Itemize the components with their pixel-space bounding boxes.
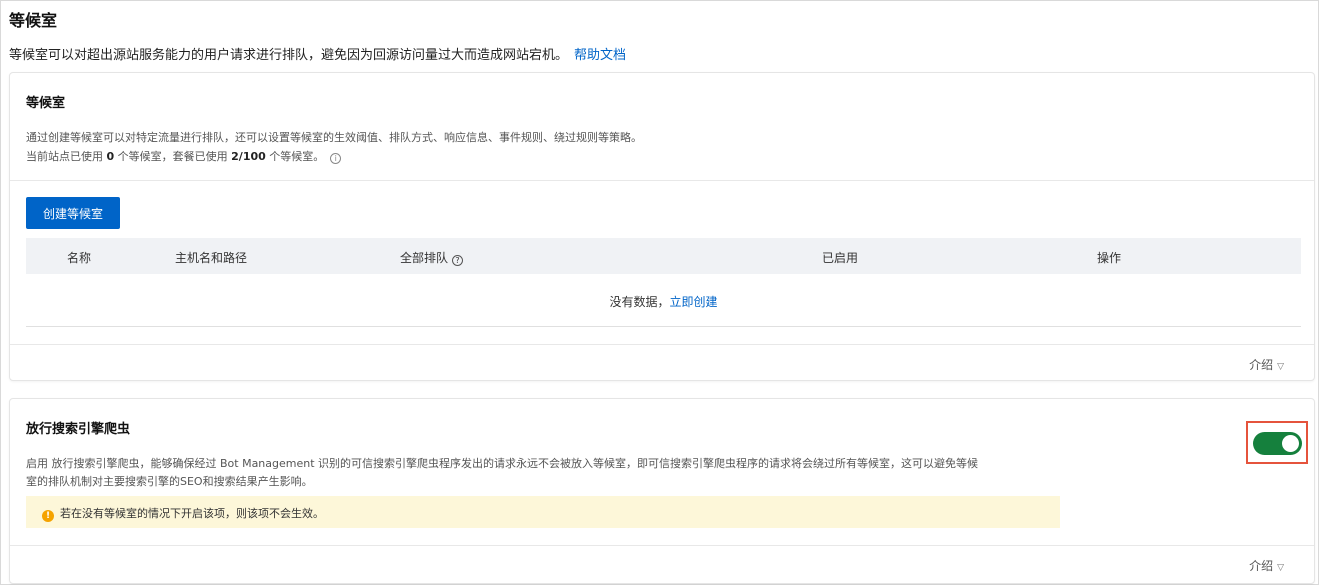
waiting-room-title: 等候室 [26,96,66,111]
table-header: 名称 主机名和路径 全部排队? 已启用 操作 [26,238,1301,274]
page-description-text: 等候室可以对超出源站服务能力的用户请求进行排队，避免因为回源访问量过大而造成网站… [9,48,569,63]
site-used-count: 0 [106,150,115,163]
create-waiting-room-button[interactable]: 创建等候室 [26,197,120,229]
chevron-down-icon: ▽ [1277,563,1284,573]
info-icon[interactable]: i [330,153,342,164]
crawler-title: 放行搜索引擎爬虫 [26,422,131,437]
column-name: 名称 [67,251,92,265]
toggle-highlight [1246,421,1308,464]
toggle-knob [1282,435,1299,452]
waiting-room-card: 等候室 通过创建等候室可以对特定流量进行排队，还可以设置等候室的生效阈值、排队方… [9,72,1315,381]
warning-banner: ! 若在没有等候室的情况下开启该项，则该项不会生效。 [26,496,1060,528]
divider [10,545,1314,546]
plan-used-count: 2/100 [231,150,266,163]
page-title: 等候室 [9,11,58,30]
column-queue-all: 全部排队? [400,249,464,266]
intro-label: 介绍 [1249,358,1274,372]
divider [10,180,1314,181]
warning-icon: ! [42,510,54,522]
page-frame: 等候室 等候室可以对超出源站服务能力的用户请求进行排队，避免因为回源访问量过大而… [0,0,1319,585]
crawler-card: 放行搜索引擎爬虫 启用 放行搜索引擎爬虫，能够确保经过 Bot Manageme… [9,398,1315,584]
usage-mid: 个等候室，套餐已使用 [117,150,228,163]
warning-text: 若在没有等候室的情况下开启该项，则该项不会生效。 [60,507,324,520]
column-hostname-path: 主机名和路径 [175,251,248,265]
intro-toggle[interactable]: 介绍 ▽ [1249,557,1284,574]
waiting-room-usage: 当前站点已使用 0 个等候室，套餐已使用 2/100 个等候室。 i [26,148,342,164]
question-icon[interactable]: ? [452,255,464,266]
column-enabled: 已启用 [822,251,859,265]
intro-toggle[interactable]: 介绍 ▽ [1249,356,1284,373]
help-doc-link[interactable]: 帮助文档 [574,48,626,63]
create-now-link[interactable]: 立即创建 [670,295,718,309]
crawler-desc-line1: 启用 放行搜索引擎爬虫，能够确保经过 Bot Management 识别的可信搜… [26,457,979,470]
page-description: 等候室可以对超出源站服务能力的用户请求进行排队，避免因为回源访问量过大而造成网站… [9,44,626,63]
intro-label: 介绍 [1249,559,1274,573]
crawler-desc-line2: 室的排队机制对主要搜索引擎的SEO和搜索结果产生影响。 [26,475,313,488]
column-actions: 操作 [1097,251,1122,265]
crawler-toggle-switch[interactable] [1253,432,1302,455]
column-queue-all-label: 全部排队 [400,251,449,265]
waiting-room-desc: 通过创建等候室可以对特定流量进行排队，还可以设置等候室的生效阈值、排队方式、响应… [26,131,642,144]
empty-text: 没有数据， [609,295,670,309]
chevron-down-icon: ▽ [1277,362,1284,372]
usage-suffix: 个等候室。 [269,150,325,163]
table-empty-row: 没有数据，立即创建 [26,274,1301,327]
usage-prefix: 当前站点已使用 [26,150,103,163]
divider [10,344,1314,345]
